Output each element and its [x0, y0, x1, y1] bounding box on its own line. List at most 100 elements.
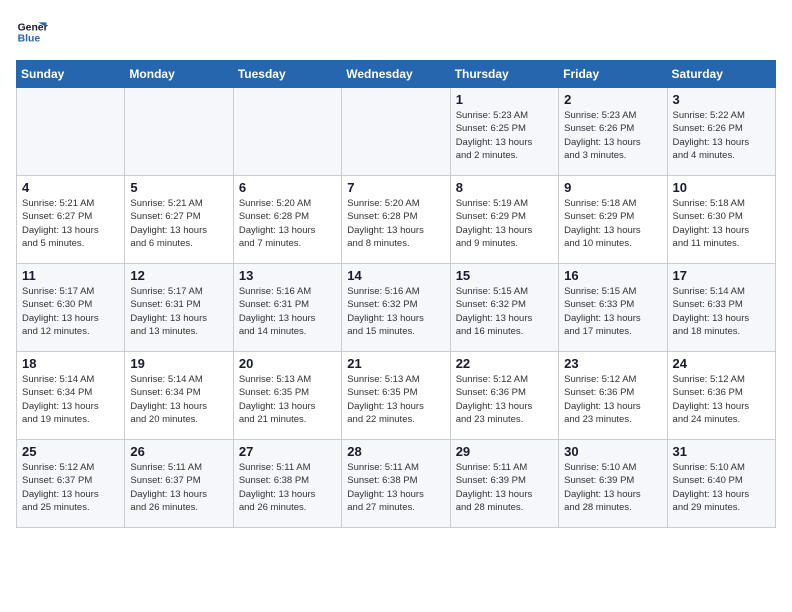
- logo: General Blue: [16, 16, 52, 48]
- day-cell: 26 Sunrise: 5:11 AM Sunset: 6:37 PM Dayli…: [125, 440, 233, 528]
- header-sunday: Sunday: [17, 61, 125, 88]
- day-info: Sunrise: 5:11 AM Sunset: 6:38 PM Dayligh…: [239, 461, 336, 514]
- day-number: 23: [564, 356, 661, 371]
- day-number: 16: [564, 268, 661, 283]
- day-number: 13: [239, 268, 336, 283]
- day-cell: 15 Sunrise: 5:15 AM Sunset: 6:32 PM Dayli…: [450, 264, 558, 352]
- day-number: 14: [347, 268, 444, 283]
- day-info: Sunrise: 5:14 AM Sunset: 6:34 PM Dayligh…: [130, 373, 227, 426]
- day-cell: 30 Sunrise: 5:10 AM Sunset: 6:39 PM Dayli…: [559, 440, 667, 528]
- day-number: 8: [456, 180, 553, 195]
- day-cell: [17, 88, 125, 176]
- week-row-1: 1Sunrise: 5:23 AM Sunset: 6:25 PM Daylig…: [17, 88, 776, 176]
- day-info: Sunrise: 5:17 AM Sunset: 6:30 PM Dayligh…: [22, 285, 119, 338]
- header-saturday: Saturday: [667, 61, 775, 88]
- day-number: 18: [22, 356, 119, 371]
- header-friday: Friday: [559, 61, 667, 88]
- day-cell: 3 Sunrise: 5:22 AM Sunset: 6:26 PM Daylig…: [667, 88, 775, 176]
- day-info: Sunrise: 5:22 AM Sunset: 6:26 PM Dayligh…: [673, 109, 770, 162]
- day-info: Sunrise: 5:14 AM Sunset: 6:33 PM Dayligh…: [673, 285, 770, 338]
- day-info: Sunrise: 5:21 AM Sunset: 6:27 PM Dayligh…: [130, 197, 227, 250]
- day-info: Sunrise: 5:14 AM Sunset: 6:34 PM Dayligh…: [22, 373, 119, 426]
- day-info: Sunrise: 5:12 AM Sunset: 6:36 PM Dayligh…: [564, 373, 661, 426]
- day-number: 27: [239, 444, 336, 459]
- day-info: Sunrise: 5:18 AM Sunset: 6:30 PM Dayligh…: [673, 197, 770, 250]
- day-number: 24: [673, 356, 770, 371]
- day-info: Sunrise: 5:20 AM Sunset: 6:28 PM Dayligh…: [239, 197, 336, 250]
- day-cell: 1Sunrise: 5:23 AM Sunset: 6:25 PM Daylig…: [450, 88, 558, 176]
- calendar-table: SundayMondayTuesdayWednesdayThursdayFrid…: [16, 60, 776, 528]
- day-number: 26: [130, 444, 227, 459]
- header-monday: Monday: [125, 61, 233, 88]
- day-cell: 4Sunrise: 5:21 AM Sunset: 6:27 PM Daylig…: [17, 176, 125, 264]
- week-row-4: 18 Sunrise: 5:14 AM Sunset: 6:34 PM Dayli…: [17, 352, 776, 440]
- header-row: SundayMondayTuesdayWednesdayThursdayFrid…: [17, 61, 776, 88]
- day-number: 29: [456, 444, 553, 459]
- day-cell: 22 Sunrise: 5:12 AM Sunset: 6:36 PM Dayli…: [450, 352, 558, 440]
- day-cell: 27 Sunrise: 5:11 AM Sunset: 6:38 PM Dayli…: [233, 440, 341, 528]
- day-number: 31: [673, 444, 770, 459]
- day-number: 19: [130, 356, 227, 371]
- header-tuesday: Tuesday: [233, 61, 341, 88]
- day-number: 28: [347, 444, 444, 459]
- day-cell: 7 Sunrise: 5:20 AM Sunset: 6:28 PM Daylig…: [342, 176, 450, 264]
- day-info: Sunrise: 5:15 AM Sunset: 6:32 PM Dayligh…: [456, 285, 553, 338]
- day-info: Sunrise: 5:10 AM Sunset: 6:40 PM Dayligh…: [673, 461, 770, 514]
- logo-icon: General Blue: [16, 16, 48, 48]
- day-cell: 23 Sunrise: 5:12 AM Sunset: 6:36 PM Dayli…: [559, 352, 667, 440]
- day-number: 9: [564, 180, 661, 195]
- day-info: Sunrise: 5:16 AM Sunset: 6:32 PM Dayligh…: [347, 285, 444, 338]
- day-number: 15: [456, 268, 553, 283]
- day-cell: 14 Sunrise: 5:16 AM Sunset: 6:32 PM Dayli…: [342, 264, 450, 352]
- header-thursday: Thursday: [450, 61, 558, 88]
- day-cell: 6 Sunrise: 5:20 AM Sunset: 6:28 PM Daylig…: [233, 176, 341, 264]
- day-number: 7: [347, 180, 444, 195]
- day-cell: 17 Sunrise: 5:14 AM Sunset: 6:33 PM Dayli…: [667, 264, 775, 352]
- day-info: Sunrise: 5:23 AM Sunset: 6:26 PM Dayligh…: [564, 109, 661, 162]
- day-cell: 12Sunrise: 5:17 AM Sunset: 6:31 PM Dayli…: [125, 264, 233, 352]
- day-number: 25: [22, 444, 119, 459]
- day-number: 6: [239, 180, 336, 195]
- day-number: 20: [239, 356, 336, 371]
- week-row-2: 4Sunrise: 5:21 AM Sunset: 6:27 PM Daylig…: [17, 176, 776, 264]
- day-number: 30: [564, 444, 661, 459]
- day-info: Sunrise: 5:12 AM Sunset: 6:36 PM Dayligh…: [673, 373, 770, 426]
- page-header: General Blue: [16, 16, 776, 48]
- day-cell: [342, 88, 450, 176]
- day-info: Sunrise: 5:16 AM Sunset: 6:31 PM Dayligh…: [239, 285, 336, 338]
- day-cell: 31 Sunrise: 5:10 AM Sunset: 6:40 PM Dayli…: [667, 440, 775, 528]
- day-info: Sunrise: 5:12 AM Sunset: 6:36 PM Dayligh…: [456, 373, 553, 426]
- day-cell: 24 Sunrise: 5:12 AM Sunset: 6:36 PM Dayli…: [667, 352, 775, 440]
- day-info: Sunrise: 5:13 AM Sunset: 6:35 PM Dayligh…: [239, 373, 336, 426]
- day-info: Sunrise: 5:12 AM Sunset: 6:37 PM Dayligh…: [22, 461, 119, 514]
- header-wednesday: Wednesday: [342, 61, 450, 88]
- day-cell: 8 Sunrise: 5:19 AM Sunset: 6:29 PM Daylig…: [450, 176, 558, 264]
- day-cell: 11 Sunrise: 5:17 AM Sunset: 6:30 PM Dayli…: [17, 264, 125, 352]
- day-cell: 16Sunrise: 5:15 AM Sunset: 6:33 PM Dayli…: [559, 264, 667, 352]
- day-number: 21: [347, 356, 444, 371]
- day-info: Sunrise: 5:11 AM Sunset: 6:39 PM Dayligh…: [456, 461, 553, 514]
- day-cell: 29 Sunrise: 5:11 AM Sunset: 6:39 PM Dayli…: [450, 440, 558, 528]
- svg-text:Blue: Blue: [18, 34, 41, 45]
- day-number: 12: [130, 268, 227, 283]
- day-number: 17: [673, 268, 770, 283]
- day-cell: [125, 88, 233, 176]
- day-cell: 10Sunrise: 5:18 AM Sunset: 6:30 PM Dayli…: [667, 176, 775, 264]
- day-number: 11: [22, 268, 119, 283]
- day-cell: 5 Sunrise: 5:21 AM Sunset: 6:27 PM Daylig…: [125, 176, 233, 264]
- day-info: Sunrise: 5:20 AM Sunset: 6:28 PM Dayligh…: [347, 197, 444, 250]
- day-cell: 13 Sunrise: 5:16 AM Sunset: 6:31 PM Dayli…: [233, 264, 341, 352]
- day-info: Sunrise: 5:19 AM Sunset: 6:29 PM Dayligh…: [456, 197, 553, 250]
- day-number: 3: [673, 92, 770, 107]
- day-info: Sunrise: 5:11 AM Sunset: 6:37 PM Dayligh…: [130, 461, 227, 514]
- day-number: 5: [130, 180, 227, 195]
- day-info: Sunrise: 5:23 AM Sunset: 6:25 PM Dayligh…: [456, 109, 553, 162]
- day-info: Sunrise: 5:10 AM Sunset: 6:39 PM Dayligh…: [564, 461, 661, 514]
- day-info: Sunrise: 5:13 AM Sunset: 6:35 PM Dayligh…: [347, 373, 444, 426]
- day-cell: 20 Sunrise: 5:13 AM Sunset: 6:35 PM Dayli…: [233, 352, 341, 440]
- day-cell: 21 Sunrise: 5:13 AM Sunset: 6:35 PM Dayli…: [342, 352, 450, 440]
- day-cell: 28Sunrise: 5:11 AM Sunset: 6:38 PM Dayli…: [342, 440, 450, 528]
- day-number: 2: [564, 92, 661, 107]
- day-number: 22: [456, 356, 553, 371]
- day-cell: 9Sunrise: 5:18 AM Sunset: 6:29 PM Daylig…: [559, 176, 667, 264]
